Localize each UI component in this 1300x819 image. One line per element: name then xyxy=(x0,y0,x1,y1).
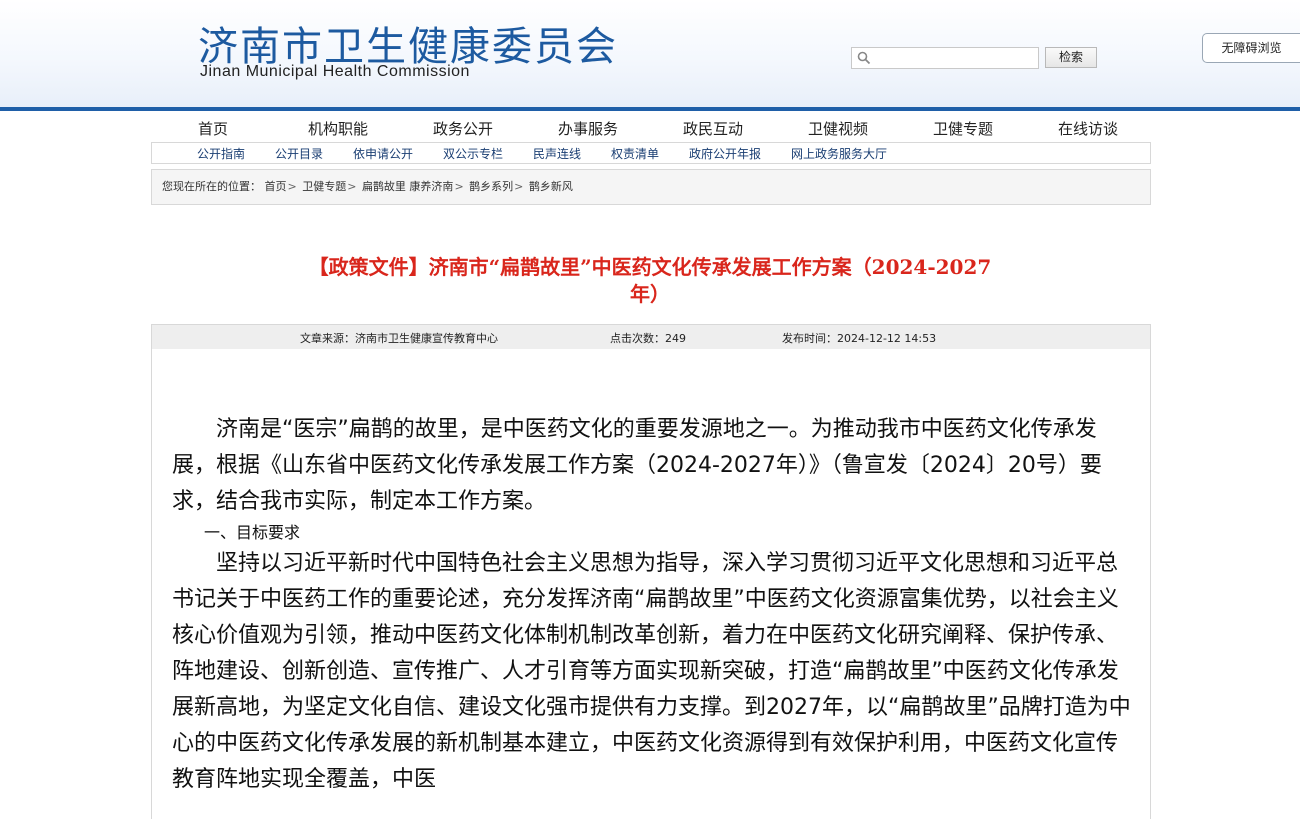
article-title: 【政策文件】济南市“扁鹊故里”中医药文化传承发展工作方案（2024-2027 年… xyxy=(230,254,1070,308)
search-button[interactable]: 检索 xyxy=(1045,47,1097,68)
breadcrumb: 您现在所在的位置： 首页> 卫健专题> 扁鹊故里 康养济南> 鹊乡系列> 鹊乡新… xyxy=(151,169,1151,205)
nav-item-services[interactable]: 办事服务 xyxy=(558,118,618,139)
search-field[interactable] xyxy=(851,47,1039,69)
nav-item-home[interactable]: 首页 xyxy=(198,118,228,139)
subnav-item-catalog[interactable]: 公开目录 xyxy=(275,145,323,162)
accessibility-button[interactable]: 无障碍浏览 xyxy=(1202,33,1300,63)
breadcrumb-item-series[interactable]: 鹊乡系列 xyxy=(469,180,513,193)
article-paragraph: 坚持以习近平新时代中国特色社会主义思想为指导，深入学习贯彻习近平文化思想和习近平… xyxy=(172,551,1131,792)
breadcrumb-item-bianque[interactable]: 扁鹊故里 康养济南 xyxy=(362,180,454,193)
article-title-line-2: 年） xyxy=(630,282,670,306)
main-nav: 首页 机构职能 政务公开 办事服务 政民互动 卫健视频 卫健专题 在线访谈 xyxy=(151,114,1151,141)
article-title-line-1: 【政策文件】济南市“扁鹊故里”中医药文化传承发展工作方案（2024-2027 xyxy=(308,255,992,279)
subnav-item-power-list[interactable]: 权责清单 xyxy=(611,145,659,162)
search-input[interactable] xyxy=(874,48,1034,66)
article-content: 济南是“医宗”扁鹊的故里，是中医药文化的重要发源地之一。为推动我市中医药文化传承… xyxy=(172,412,1132,798)
search-icon xyxy=(857,51,871,65)
breadcrumb-item-topics[interactable]: 卫健专题 xyxy=(302,180,346,193)
breadcrumb-separator: > xyxy=(287,180,297,193)
breadcrumb-item-home[interactable]: 首页 xyxy=(265,180,287,193)
breadcrumb-separator: > xyxy=(454,180,464,193)
subnav-item-online-service-hall[interactable]: 网上政务服务大厅 xyxy=(791,145,887,162)
nav-item-institution[interactable]: 机构职能 xyxy=(308,118,368,139)
article-source: 文章来源：济南市卫生健康宣传教育中心 xyxy=(300,332,498,345)
subnav-item-annual-report[interactable]: 政府公开年报 xyxy=(689,145,761,162)
site-header: 济南市卫生健康委员会 Jinan Municipal Health Commis… xyxy=(0,0,1300,107)
header-divider xyxy=(0,107,1300,111)
site-logo-english: Jinan Municipal Health Commission xyxy=(200,63,470,80)
breadcrumb-separator: > xyxy=(347,180,357,193)
article-publish-time: 发布时间：2024-12-12 14:53 xyxy=(782,332,937,345)
article-click-count: 点击次数：249 xyxy=(610,332,686,345)
article-paragraph: 济南是“医宗”扁鹊的故里，是中医药文化的重要发源地之一。为推动我市中医药文化传承… xyxy=(172,417,1102,514)
article-meta-bar: 文章来源：济南市卫生健康宣传教育中心 点击次数：249 发布时间：2024-12… xyxy=(151,324,1151,349)
breadcrumb-prefix: 您现在所在的位置： xyxy=(162,180,261,193)
nav-item-topics[interactable]: 卫健专题 xyxy=(933,118,993,139)
nav-item-interaction[interactable]: 政民互动 xyxy=(683,118,743,139)
nav-item-videos[interactable]: 卫健视频 xyxy=(808,118,868,139)
sub-nav: 公开指南 公开目录 依申请公开 双公示专栏 民声连线 权责清单 政府公开年报 网… xyxy=(151,142,1151,164)
breadcrumb-item-current[interactable]: 鹊乡新风 xyxy=(529,180,573,193)
subnav-item-double-publicity[interactable]: 双公示专栏 xyxy=(443,145,503,162)
subnav-item-guide[interactable]: 公开指南 xyxy=(197,145,245,162)
nav-item-government-affairs[interactable]: 政务公开 xyxy=(433,118,493,139)
subnav-item-application[interactable]: 依申请公开 xyxy=(353,145,413,162)
subnav-item-public-voice[interactable]: 民声连线 xyxy=(533,145,581,162)
breadcrumb-separator: > xyxy=(514,180,524,193)
nav-item-interviews[interactable]: 在线访谈 xyxy=(1058,118,1118,139)
article-section-heading: 一、目标要求 xyxy=(204,523,301,542)
